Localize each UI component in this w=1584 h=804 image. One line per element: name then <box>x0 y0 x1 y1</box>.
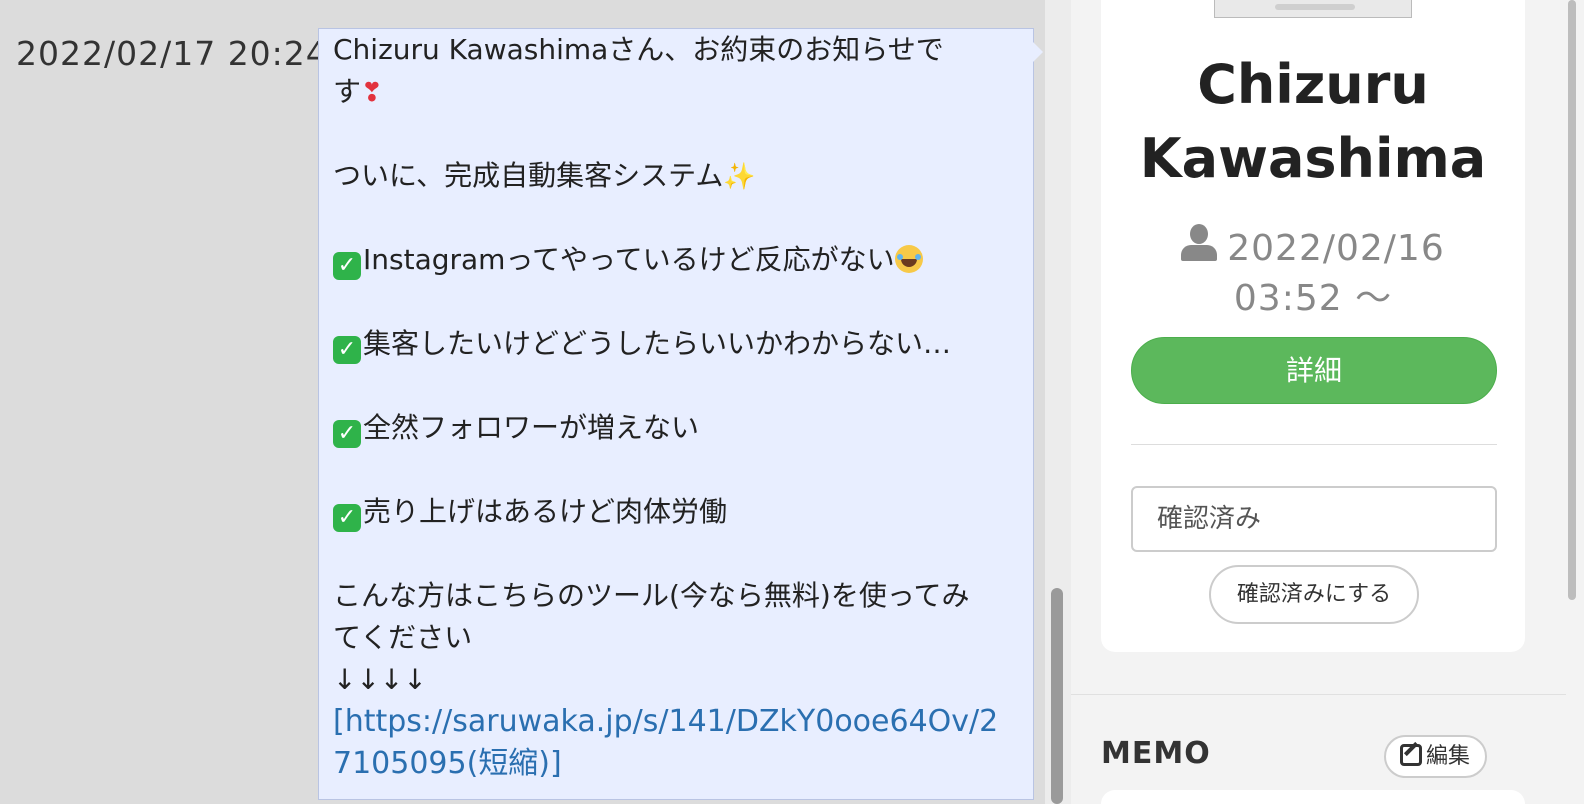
friend-since-time: 03:52 〜 <box>1233 278 1393 319</box>
laughing-emoji-icon <box>894 245 923 273</box>
message-line: ✓ 全然フォロワーが増えない <box>333 407 1019 449</box>
message-line: てください <box>333 621 473 654</box>
heart-icon: ❣ <box>361 78 383 108</box>
message-line: す❣ <box>333 75 383 108</box>
check-icon: ✓ <box>333 252 361 280</box>
message-bubble: Chizuru Kawashimaさん、お約束のお知らせで す❣ ついに、完成自… <box>318 28 1034 800</box>
message-line <box>333 449 1019 491</box>
message-line <box>333 533 1019 575</box>
message-line: ついに、完成自動集客システム✨ <box>333 159 756 192</box>
message-line: ✓ 集客したいけどどうしたらいいかわからない… <box>333 323 1019 365</box>
message-line: ✓ Instagramってやっているけど反応がない <box>333 239 1019 281</box>
check-icon: ✓ <box>333 336 361 364</box>
panel-scrollbar-thumb[interactable] <box>1568 0 1576 600</box>
profile-name-first: Chizuru <box>1197 53 1429 116</box>
message-line: ✓ 売り上げはあるけど肉体労働 <box>333 491 1019 533</box>
mark-confirmed-button[interactable]: 確認済みにする <box>1209 565 1419 624</box>
friend-since-date: 2022/02/16 <box>1227 228 1445 269</box>
divider <box>1071 694 1584 695</box>
profile-name: Chizuru Kawashima <box>1101 48 1525 196</box>
chat-pane: 2022/02/17 20:24 Chizuru Kawashimaさん、お約束… <box>0 0 1045 804</box>
message-line: Chizuru Kawashimaさん、お約束のお知らせで <box>333 33 944 66</box>
message-line <box>333 281 1019 323</box>
profile-name-last: Kawashima <box>1139 127 1487 190</box>
message-timestamp: 2022/02/17 20:24 <box>16 34 328 73</box>
message-line <box>333 365 1019 407</box>
divider <box>1131 444 1497 445</box>
chat-scrollbar-thumb[interactable] <box>1051 588 1063 804</box>
check-icon: ✓ <box>333 504 361 532</box>
avatar <box>1214 0 1412 18</box>
message-line <box>333 113 1019 155</box>
detail-button[interactable]: 詳細 <box>1131 337 1497 404</box>
person-icon <box>1181 224 1218 262</box>
memo-edit-label: 編集 <box>1426 744 1471 769</box>
bubble-tail <box>1031 40 1043 64</box>
message-link-continued[interactable]: 7105095(短縮)] <box>333 743 1019 785</box>
message-line: ↓↓↓↓ <box>333 663 427 696</box>
edit-icon <box>1400 744 1422 766</box>
status-field[interactable]: 確認済み <box>1131 486 1497 552</box>
memo-edit-button[interactable]: 編集 <box>1384 735 1487 778</box>
memo-label: MEMO <box>1101 736 1211 771</box>
message-link[interactable]: [https://saruwaka.jp/s/141/DZkY0ooe64Ov/… <box>333 701 1019 743</box>
sparkles-icon: ✨ <box>723 162 756 192</box>
friend-since: 2022/02/16 03:52 〜 <box>1101 224 1525 324</box>
memo-card <box>1101 790 1525 804</box>
message-line: こんな方はこちらのツール(今なら無料)を使ってみ <box>333 579 970 612</box>
check-icon: ✓ <box>333 420 361 448</box>
message-line <box>333 197 1019 239</box>
